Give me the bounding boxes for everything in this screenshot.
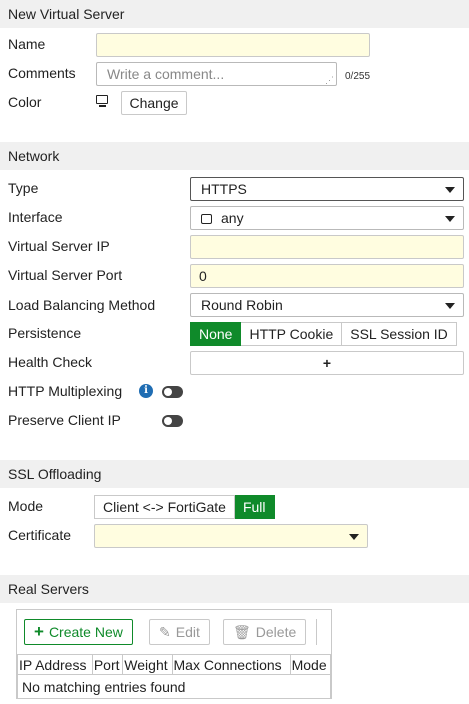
health-check-label: Health Check — [8, 354, 93, 370]
multiplex-toggle[interactable] — [162, 386, 183, 398]
mode-option-client-fortigate[interactable]: Client <-> FortiGate — [94, 495, 235, 519]
edit-label: Edit — [175, 624, 200, 640]
section-header-ssl: SSL Offloading — [0, 460, 469, 488]
vip-input[interactable] — [190, 235, 464, 259]
lb-label: Load Balancing Method — [8, 297, 156, 313]
chevron-down-icon — [445, 216, 455, 222]
color-label: Color — [8, 94, 42, 110]
type-select[interactable]: HTTPS — [190, 177, 464, 201]
persistence-option-http-cookie[interactable]: HTTP Cookie — [241, 322, 343, 346]
preserve-ip-toggle[interactable] — [162, 415, 183, 427]
port-label: Virtual Server Port — [8, 267, 123, 283]
persistence-option-none[interactable]: None — [190, 322, 242, 346]
interface-select[interactable]: any — [190, 206, 464, 230]
plus-icon: + — [34, 622, 44, 641]
delete-button[interactable]: 🗑 Delete — [223, 619, 307, 645]
trash-icon: 🗑 — [233, 624, 251, 640]
info-icon[interactable]: i — [139, 384, 153, 398]
create-new-label: Create New — [48, 624, 123, 640]
section-header-general: New Virtual Server — [0, 0, 469, 28]
resize-grip-icon[interactable]: ⋰ — [325, 75, 334, 85]
column-header-max-connections[interactable]: Max Connections — [171, 654, 291, 675]
name-label: Name — [8, 36, 46, 52]
certificate-label: Certificate — [8, 527, 72, 543]
vip-label: Virtual Server IP — [8, 238, 110, 254]
persistence-label: Persistence — [8, 325, 82, 341]
mode-option-full[interactable]: Full — [234, 495, 275, 519]
comments-label: Comments — [8, 65, 76, 81]
mode-label: Mode — [8, 498, 44, 514]
monitor-stand-icon — [99, 105, 106, 107]
lb-select[interactable]: Round Robin — [190, 293, 464, 317]
monitor-icon — [96, 95, 108, 104]
health-check-add-button[interactable]: + — [190, 351, 464, 375]
real-servers-grid: IP Address Port Weight Max Connections M… — [17, 654, 332, 699]
chevron-down-icon — [445, 187, 455, 193]
empty-message: No matching entries found — [17, 674, 331, 699]
multiplex-label: HTTP Multiplexing — [8, 383, 123, 399]
interface-label: Interface — [8, 209, 63, 225]
color-change-button[interactable]: Change — [121, 91, 187, 115]
comments-counter: 0/255 — [345, 71, 371, 82]
chevron-down-icon — [349, 534, 359, 540]
real-servers-table: + Create New ✎ Edit 🗑 Delete IP Address Por… — [16, 609, 332, 699]
section-header-network: Network — [0, 142, 469, 170]
persistence-option-ssl-session-id[interactable]: SSL Session ID — [342, 322, 457, 346]
column-header-port[interactable]: Port — [91, 654, 124, 675]
chevron-down-icon — [445, 303, 455, 309]
toolbar-divider — [316, 619, 317, 645]
port-input[interactable]: 0 — [190, 264, 464, 288]
interface-icon — [201, 214, 212, 224]
table-row: No matching entries found — [17, 674, 331, 699]
edit-button[interactable]: ✎ Edit — [149, 619, 210, 645]
column-header-ip[interactable]: IP Address — [17, 654, 93, 675]
mode-segmented: Client <-> FortiGate Full — [94, 495, 275, 519]
certificate-select[interactable] — [94, 524, 368, 548]
create-new-button[interactable]: + Create New — [24, 619, 133, 645]
pencil-icon: ✎ — [159, 624, 171, 640]
section-header-real-servers: Real Servers — [0, 575, 469, 603]
comments-textarea[interactable]: Write a comment... ⋰ — [96, 62, 337, 86]
name-input[interactable] — [96, 33, 370, 57]
comments-placeholder: Write a comment... — [107, 66, 225, 82]
delete-label: Delete — [255, 624, 297, 640]
interface-value: any — [221, 210, 244, 226]
type-value: HTTPS — [201, 181, 247, 197]
lb-value: Round Robin — [201, 297, 283, 313]
column-header-mode[interactable]: Mode — [289, 654, 332, 675]
column-header-weight[interactable]: Weight — [122, 654, 173, 675]
preserve-ip-label: Preserve Client IP — [8, 412, 121, 428]
type-label: Type — [8, 180, 39, 196]
persistence-segmented: None HTTP Cookie SSL Session ID — [190, 322, 457, 346]
